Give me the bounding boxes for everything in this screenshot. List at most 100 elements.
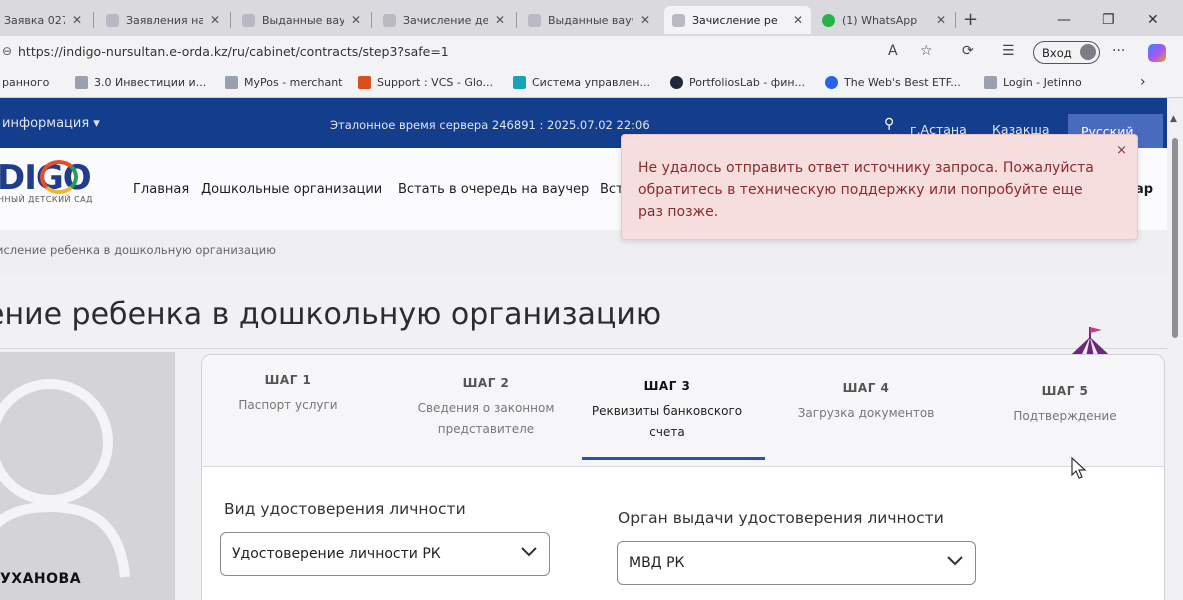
info-menu[interactable]: информация ▾ xyxy=(2,116,100,131)
browser-tab[interactable]: Зачисление де ✕ xyxy=(375,6,513,34)
maximize-icon[interactable]: ❐ xyxy=(1102,12,1115,28)
address-bar: ⊖ https://indigo-nursultan.e-orda.kz/ru/… xyxy=(0,36,1183,68)
chevron-down-icon xyxy=(521,547,537,557)
bookmark-label: Login - Jetinno xyxy=(1003,76,1082,89)
bookmarks-bar: ранного 3.0 Инвестиции и... MyPos - merc… xyxy=(0,68,1183,98)
step-title: Реквизиты банковского счета xyxy=(591,404,743,439)
location-pin-icon: ⚲ xyxy=(884,116,895,132)
step-number: ШАГ 1 xyxy=(264,373,312,387)
close-window-icon[interactable]: ✕ xyxy=(1147,12,1159,28)
chevron-down-icon xyxy=(947,556,963,566)
close-icon[interactable]: ✕ xyxy=(351,13,361,27)
browser-tab-bar: Заявка 027 е ✕ Заявления на з ✕ Выданные… xyxy=(0,0,1183,36)
nav-preschools[interactable]: Дошкольные организации xyxy=(201,182,382,197)
copilot-icon[interactable] xyxy=(1148,44,1166,62)
bookmark-item[interactable]: MyPos - merchant xyxy=(225,76,342,89)
bookmark-icon xyxy=(358,76,371,89)
browser-tab-active[interactable]: Зачисление ре ✕ xyxy=(664,6,811,34)
step-title: Загрузка документов xyxy=(797,406,935,420)
bookmark-icon xyxy=(825,76,838,89)
new-tab-icon[interactable]: + xyxy=(963,9,978,30)
tab-label: (1) WhatsApp xyxy=(842,13,918,27)
error-notification: × Не удалось отправить ответ источнику з… xyxy=(621,134,1138,240)
bookmark-item[interactable]: Login - Jetinno xyxy=(984,76,1082,89)
bookmark-item[interactable]: ранного xyxy=(2,76,49,89)
step-title: Сведения о законном представителе xyxy=(417,401,555,436)
scroll-up-icon[interactable]: ▲ xyxy=(1170,114,1177,124)
page-icon xyxy=(106,13,119,27)
favorites-icon[interactable]: ☰ xyxy=(1002,43,1015,59)
profile-panel xyxy=(0,352,175,600)
step-number: ШАГ 3 xyxy=(643,379,691,393)
chevron-right-icon[interactable]: › xyxy=(1140,74,1146,90)
url-field[interactable]: https://indigo-nursultan.e-orda.kz/ru/ca… xyxy=(18,44,449,59)
breadcrumb: исление ребенка в дошкольную организацию xyxy=(0,243,276,257)
avatar-icon xyxy=(1080,44,1096,60)
close-icon[interactable]: ✕ xyxy=(210,13,220,27)
page-icon xyxy=(672,13,685,27)
browser-tab[interactable]: Заявления на з ✕ xyxy=(98,6,228,34)
close-icon[interactable]: ✕ xyxy=(793,13,803,27)
bookmark-label: Support : VCS - Glo... xyxy=(377,76,493,89)
bookmark-item[interactable]: Система управлен... xyxy=(513,76,650,89)
page-icon xyxy=(242,13,255,27)
bookmark-icon xyxy=(513,76,526,89)
step-4[interactable]: ШАГ 4 Загрузка документов xyxy=(781,381,951,424)
lock-icon: ⊖ xyxy=(2,44,13,58)
divider xyxy=(0,348,1167,349)
page-scrollbar[interactable]: ▲ xyxy=(1167,98,1183,600)
nav-home[interactable]: Главная xyxy=(133,182,189,197)
whatsapp-icon xyxy=(822,13,835,27)
logo-subtitle: ННЫЙ ДЕТСКИЙ САД xyxy=(0,195,93,204)
extensions-icon[interactable]: ⟳ xyxy=(962,43,974,59)
step-title: Паспорт услуги xyxy=(238,398,338,412)
bookmark-label: MyPos - merchant xyxy=(244,76,343,89)
bookmark-item[interactable]: Support : VCS - Glo... xyxy=(358,76,493,89)
read-aloud-icon[interactable]: A xyxy=(888,43,898,59)
scroll-thumb[interactable] xyxy=(1172,138,1178,338)
nav-voucher-queue[interactable]: Встать в очередь на ваучер xyxy=(398,182,589,197)
bookmark-item[interactable]: The Web's Best ETF... xyxy=(825,76,961,89)
bookmark-label: 3.0 Инвестиции и... xyxy=(94,76,207,89)
issuer-select[interactable]: МВД РК xyxy=(617,541,976,585)
notification-message: Не удалось отправить ответ источнику зап… xyxy=(638,160,1094,220)
step-2[interactable]: ШАГ 2 Сведения о законном представителе xyxy=(401,376,571,440)
page-icon xyxy=(528,13,541,27)
tab-label: Заявка 027 е xyxy=(4,13,65,27)
step-number: ШАГ 2 xyxy=(462,376,510,390)
user-name: УХАНОВА xyxy=(0,571,82,587)
bookmark-icon xyxy=(225,76,238,89)
id-type-select[interactable]: Удостоверение личности РК xyxy=(220,532,550,576)
bookmark-label: The Web's Best ETF... xyxy=(844,76,961,89)
profile-login-button[interactable]: Вход xyxy=(1033,41,1100,64)
close-icon[interactable]: ✕ xyxy=(72,13,82,27)
issuer-label: Орган выдачи удостоверения личности xyxy=(618,509,944,527)
browser-tab[interactable]: Выданные вауч ✕ xyxy=(520,6,658,34)
user-avatar-icon xyxy=(0,379,130,578)
step-5[interactable]: ШАГ 5 Подтверждение xyxy=(980,384,1150,427)
bookmark-label: Система управлен... xyxy=(532,76,650,89)
bookmark-label: ранного xyxy=(2,76,50,89)
active-step-indicator xyxy=(582,457,765,460)
favorite-star-icon[interactable]: ☆ xyxy=(920,43,933,59)
bookmark-item[interactable]: PortfoliosLab - фин... xyxy=(670,76,805,89)
close-icon[interactable]: ✕ xyxy=(495,13,505,27)
id-type-label: Вид удостоверения личности xyxy=(224,500,466,518)
step-1[interactable]: ШАГ 1 Паспорт услуги xyxy=(203,373,373,416)
tab-label: Выданные вауч xyxy=(548,13,633,27)
tab-label: Зачисление ре xyxy=(692,13,778,27)
browser-tab[interactable]: Заявка 027 е ✕ xyxy=(0,6,90,34)
close-icon[interactable]: ✕ xyxy=(936,13,946,27)
step-3[interactable]: ШАГ 3 Реквизиты банковского счета xyxy=(582,379,752,443)
tab-label: Выданные ваучер xyxy=(262,13,344,27)
bookmark-item[interactable]: 3.0 Инвестиции и... xyxy=(75,76,206,89)
browser-tab[interactable]: Выданные ваучер ✕ xyxy=(234,6,369,34)
minimize-icon[interactable]: — xyxy=(1057,12,1071,28)
browser-tab[interactable]: (1) WhatsApp ✕ xyxy=(814,6,954,34)
bookmark-icon xyxy=(670,76,683,89)
more-options-icon[interactable]: ··· xyxy=(1112,43,1125,59)
bookmark-icon xyxy=(984,76,997,89)
id-type-value: Удостоверение личности РК xyxy=(232,546,441,562)
close-icon[interactable]: ✕ xyxy=(640,13,650,27)
close-icon[interactable]: × xyxy=(1116,143,1127,158)
